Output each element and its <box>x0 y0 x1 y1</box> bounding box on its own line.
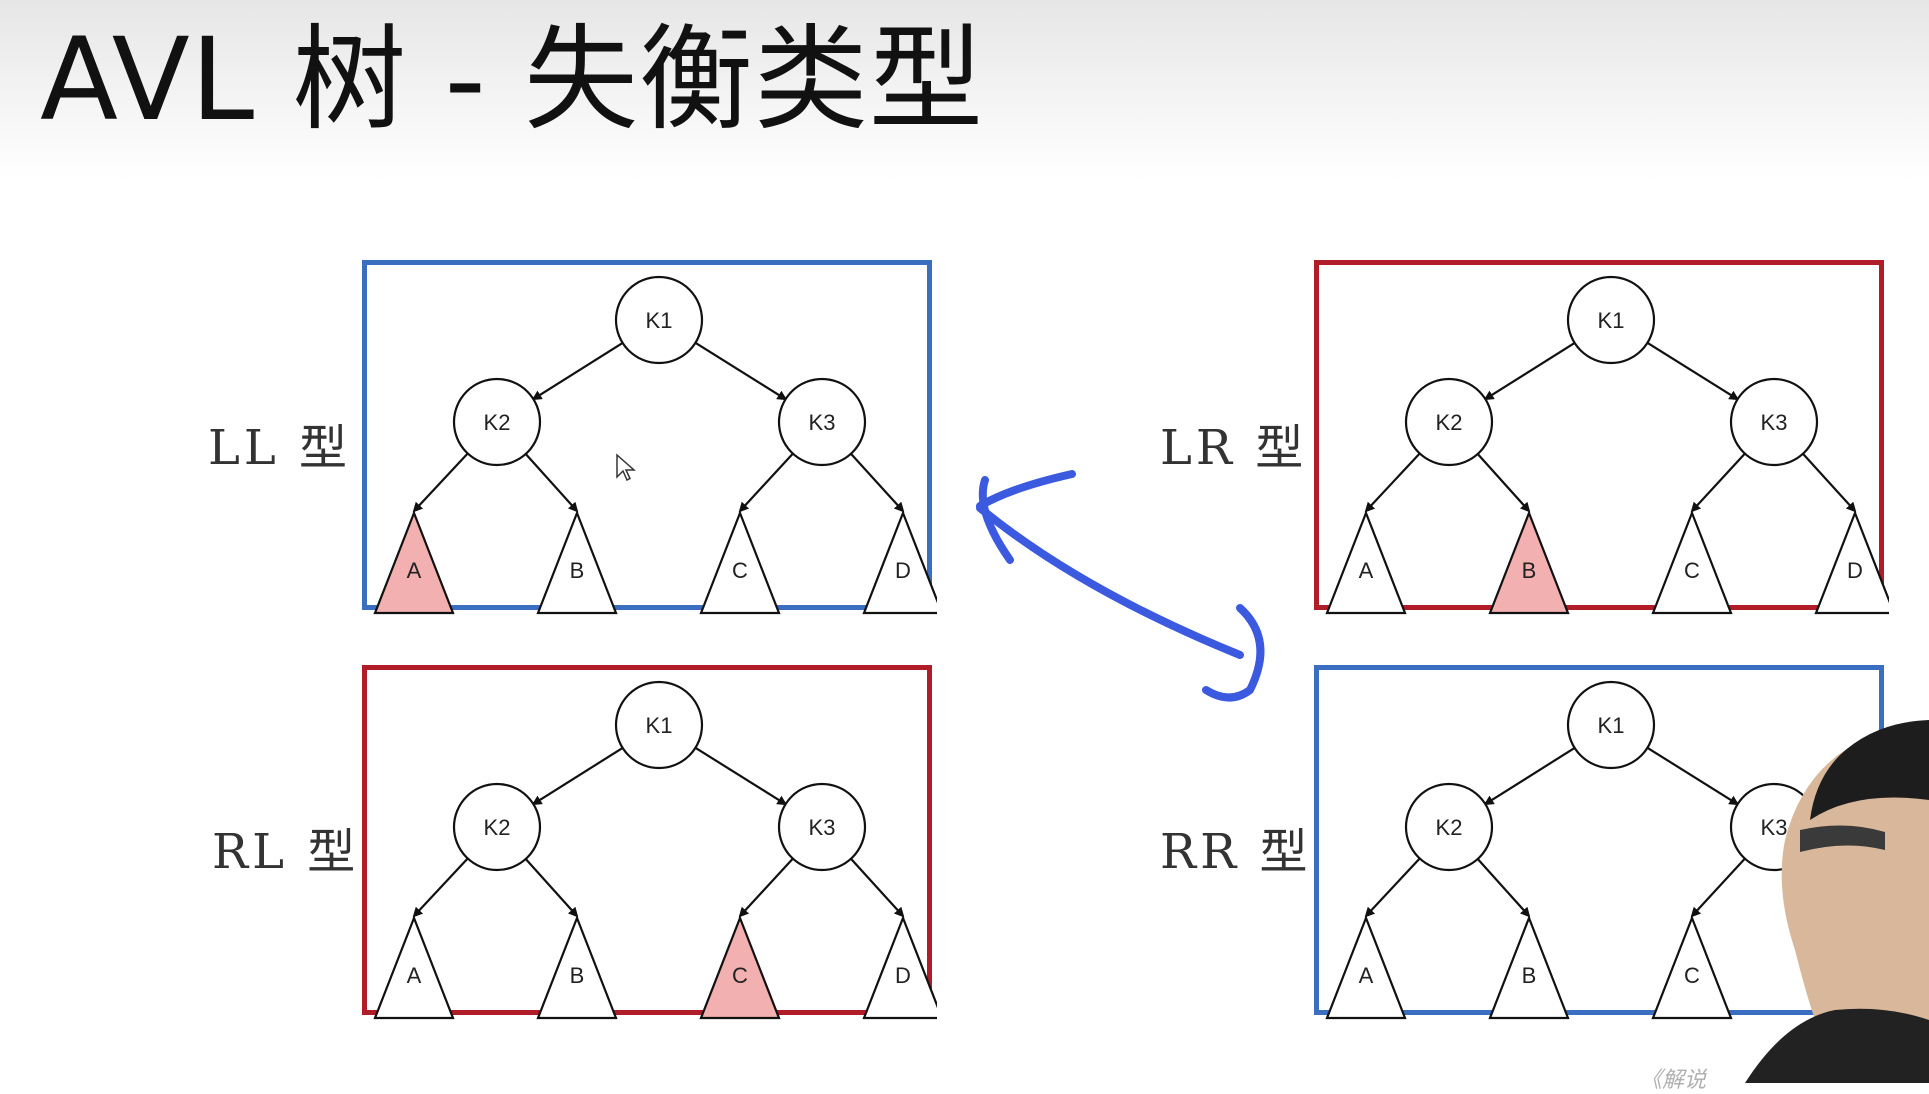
mouse-cursor-icon <box>616 453 636 482</box>
tree-edge <box>1646 746 1740 806</box>
tree-edge <box>1483 341 1576 401</box>
subtree-label: B <box>570 558 585 583</box>
subtree-label: C <box>732 963 748 988</box>
tree-edge <box>1646 341 1740 401</box>
tree-edge <box>850 453 905 513</box>
tree-edge <box>524 858 579 918</box>
slide-title: AVL 树 - 失衡类型 <box>40 13 985 146</box>
tree-edge <box>1364 857 1421 918</box>
tree-edge <box>1690 452 1746 513</box>
tree-edge <box>850 858 905 918</box>
subtree-label: C <box>1684 558 1700 583</box>
node-label: K1 <box>1598 308 1625 333</box>
tree-edge <box>1476 453 1531 513</box>
watermark: 《解说 <box>1640 1068 1707 1093</box>
node-label: K1 <box>1598 713 1625 738</box>
tree-edge <box>1483 746 1576 806</box>
tree-edge <box>531 746 624 806</box>
tree-edge <box>1476 858 1531 918</box>
subtree-label: B <box>1522 558 1537 583</box>
subtree-label: A <box>1359 963 1374 988</box>
node-label: K2 <box>1436 815 1463 840</box>
tree-edge <box>531 341 624 401</box>
node-label: K2 <box>484 815 511 840</box>
node-label: K2 <box>484 410 511 435</box>
label-rr: RR 型 <box>1160 824 1312 880</box>
subtree-label: D <box>895 963 911 988</box>
tree-edge <box>1802 453 1857 513</box>
node-label: K2 <box>1436 410 1463 435</box>
subtree-label: C <box>732 558 748 583</box>
subtree-label: D <box>1847 558 1863 583</box>
subtree-label: A <box>407 558 422 583</box>
subtree-label: B <box>1522 963 1537 988</box>
label-rl: RL 型 <box>212 824 360 880</box>
node-label: K3 <box>1761 410 1788 435</box>
tree-edge <box>738 452 794 513</box>
subtree-label: C <box>1684 963 1700 988</box>
tree-edge <box>412 857 469 918</box>
panel-lr-tree: A B C D K1 K2 K3 <box>1314 260 1889 615</box>
tree-edge <box>1690 857 1746 918</box>
tree-edge <box>1364 452 1421 513</box>
tree-edge <box>694 341 788 401</box>
subtree-label: B <box>570 963 585 988</box>
node-label: K3 <box>809 410 836 435</box>
label-ll: LL 型 <box>208 420 352 476</box>
panel-rl-tree: A B C D K1 K2 K3 <box>362 665 937 1020</box>
node-label: K1 <box>646 713 673 738</box>
label-lr: LR 型 <box>1160 420 1308 476</box>
tree-edge <box>412 452 469 513</box>
node-label: K1 <box>646 308 673 333</box>
tree-edge <box>738 857 794 918</box>
tree-edge <box>524 453 579 513</box>
tree-svg: A B C D K1 K2 K3 <box>373 680 937 1020</box>
subtree-label: A <box>1359 558 1374 583</box>
subtree-label: A <box>407 963 422 988</box>
tree-svg: A B C D K1 K2 K3 <box>1325 275 1889 615</box>
webcam-presenter-icon <box>1745 720 1929 1083</box>
panel-ll-tree: A B C D K1 K2 K3 <box>362 260 937 615</box>
subtree-label: D <box>895 558 911 583</box>
tree-svg: A B C D K1 K2 K3 <box>373 275 937 615</box>
tree-edge <box>694 746 788 806</box>
node-label: K3 <box>809 815 836 840</box>
